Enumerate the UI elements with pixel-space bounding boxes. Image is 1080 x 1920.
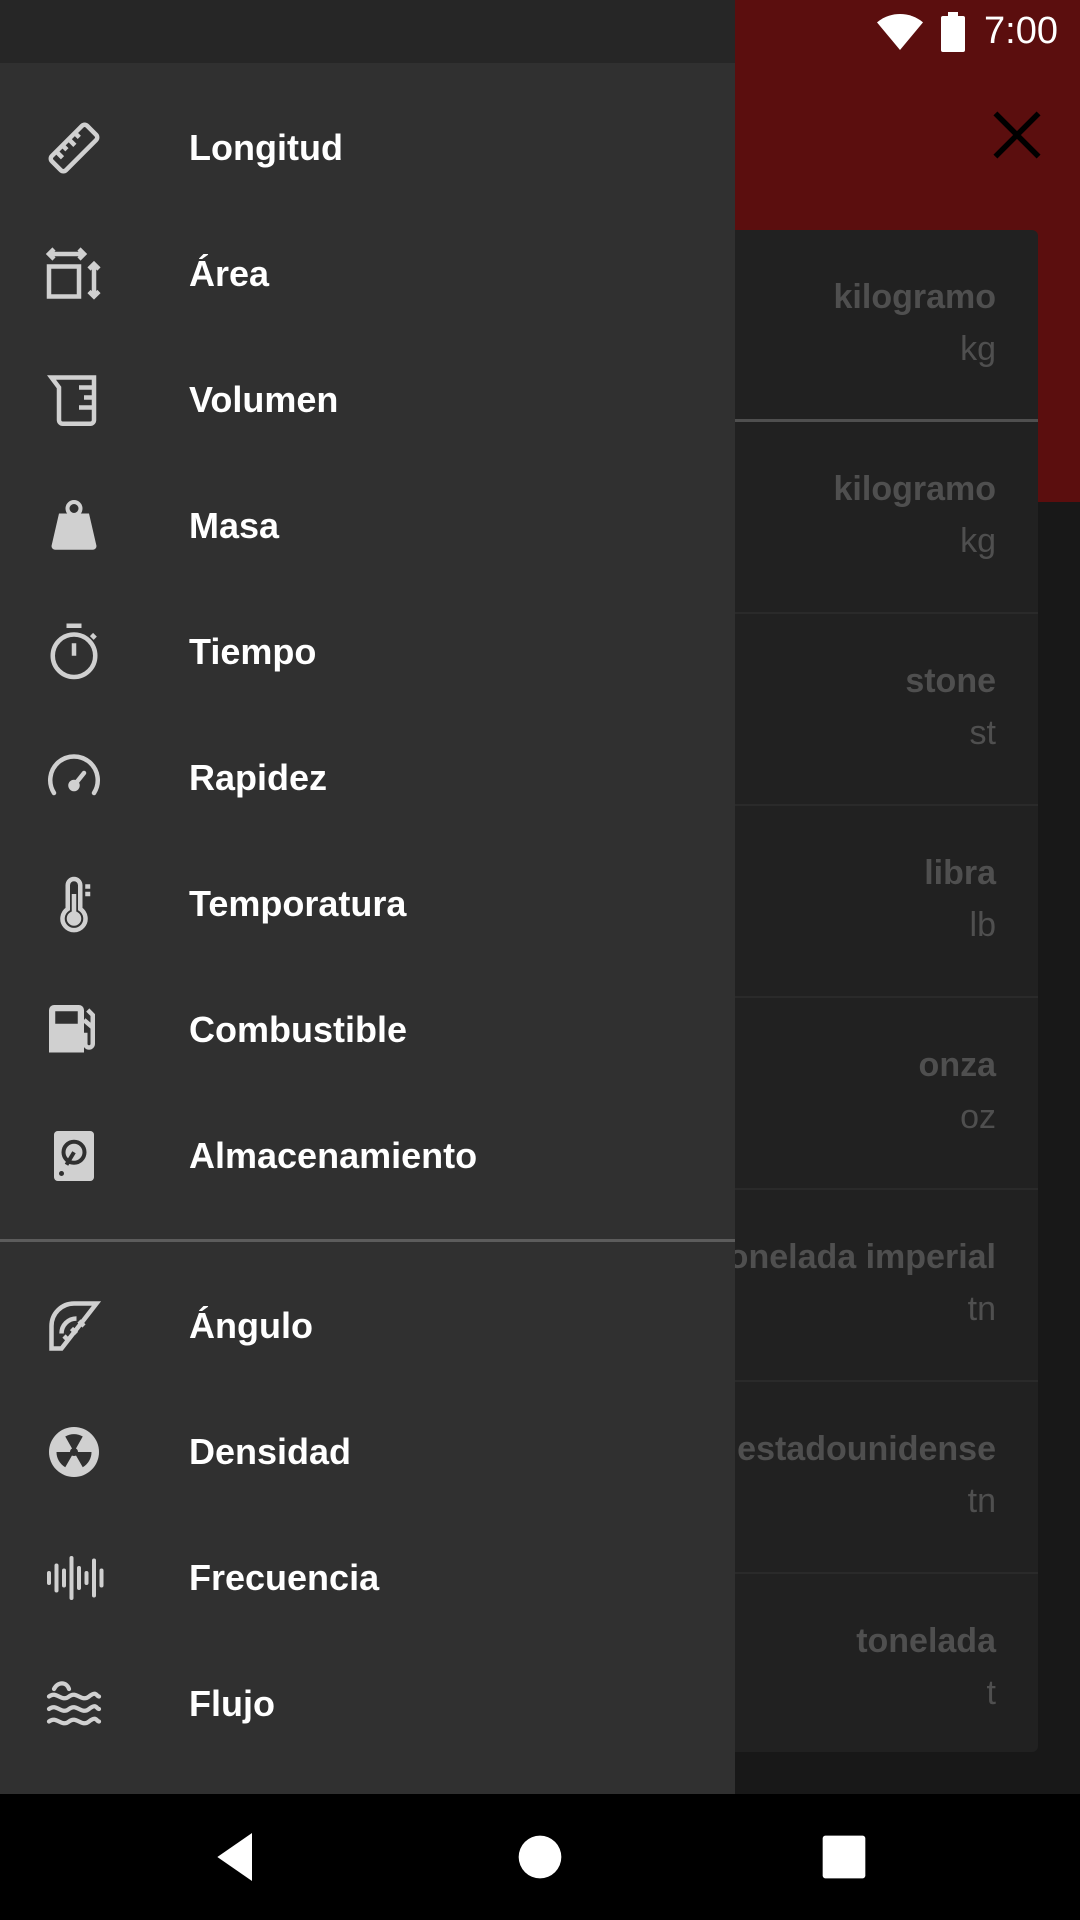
battery-icon bbox=[941, 11, 966, 52]
storage-icon bbox=[44, 1126, 104, 1186]
nav-label: Temporatura bbox=[189, 883, 407, 924]
nav-label: Densidad bbox=[189, 1431, 352, 1472]
nav-label: Combustible bbox=[189, 1009, 408, 1050]
nav-item-frecuencia[interactable]: Frecuencia bbox=[0, 1515, 735, 1641]
back-icon bbox=[217, 1833, 252, 1881]
nav-item-area[interactable]: Área bbox=[0, 211, 735, 337]
area-icon bbox=[44, 244, 104, 304]
timer-icon bbox=[44, 622, 104, 682]
nav-label: Flujo bbox=[189, 1683, 275, 1724]
fuel-icon bbox=[44, 1000, 104, 1060]
drawer-divider bbox=[0, 1239, 735, 1242]
nav-item-tiempo[interactable]: Tiempo bbox=[0, 589, 735, 715]
nav-item-almacenamiento[interactable]: Almacenamiento bbox=[0, 1093, 735, 1219]
nav-item-volumen[interactable]: Volumen bbox=[0, 337, 735, 463]
frequency-icon bbox=[44, 1548, 104, 1608]
nav-item-angulo[interactable]: Ángulo bbox=[0, 1263, 735, 1389]
weight-icon bbox=[44, 496, 104, 556]
volume-icon bbox=[44, 370, 104, 430]
nav-item-combustible[interactable]: Combustible bbox=[0, 967, 735, 1093]
density-icon bbox=[44, 1422, 104, 1482]
nav-item-flujo[interactable]: Flujo bbox=[0, 1641, 735, 1767]
drawer-status-area bbox=[0, 0, 735, 63]
wifi-icon bbox=[877, 13, 924, 50]
nav-label: Rapidez bbox=[189, 757, 328, 798]
nav-item-densidad[interactable]: Densidad bbox=[0, 1389, 735, 1515]
speedometer-icon bbox=[44, 748, 104, 808]
nav-label: Masa bbox=[189, 505, 280, 546]
nav-item-masa[interactable]: Masa bbox=[0, 463, 735, 589]
nav-label: Frecuencia bbox=[189, 1557, 380, 1598]
recents-button[interactable] bbox=[812, 1825, 876, 1889]
angle-icon bbox=[44, 1296, 104, 1356]
status-time: 7:00 bbox=[984, 10, 1058, 52]
nav-label: Almacenamiento bbox=[189, 1135, 478, 1176]
nav-label: Longitud bbox=[189, 127, 343, 168]
nav-item-longitud[interactable]: Longitud bbox=[0, 85, 735, 211]
nav-label: Ángulo bbox=[189, 1305, 313, 1346]
nav-label: Área bbox=[189, 253, 270, 294]
nav-label: Volumen bbox=[189, 379, 339, 420]
home-button[interactable] bbox=[508, 1825, 572, 1889]
nav-item-rapidez[interactable]: Rapidez bbox=[0, 715, 735, 841]
nav-label: Tiempo bbox=[189, 631, 317, 672]
back-button[interactable] bbox=[204, 1825, 268, 1889]
thermometer-icon bbox=[44, 874, 104, 934]
home-icon bbox=[518, 1835, 562, 1879]
navigation-drawer: Longitud Área Volumen Masa Tiempo Rapide… bbox=[0, 0, 735, 1794]
ruler-icon bbox=[44, 118, 104, 178]
nav-item-temporatura[interactable]: Temporatura bbox=[0, 841, 735, 967]
recents-icon bbox=[822, 1835, 866, 1879]
system-navigation-bar bbox=[0, 1794, 1080, 1920]
flow-icon bbox=[44, 1674, 104, 1734]
